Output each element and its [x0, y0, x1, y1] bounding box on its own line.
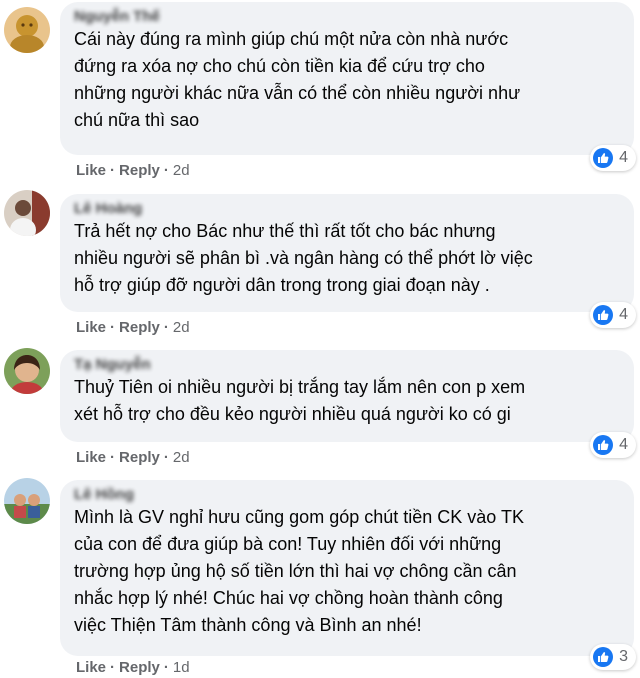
- comment-timestamp[interactable]: 2d: [173, 319, 190, 336]
- reply-button[interactable]: Reply: [119, 449, 160, 466]
- comment-text: Cái này đúng ra mình giúp chú một nửa cò…: [74, 29, 521, 130]
- like-button[interactable]: Like: [76, 319, 106, 336]
- comment-actions: Like · Reply · 2d: [76, 449, 190, 466]
- commenter-name[interactable]: Tạ Nguyễn: [74, 356, 620, 374]
- reaction-count[interactable]: 4: [590, 302, 636, 328]
- comment-actions: Like · Reply · 1d: [76, 659, 190, 676]
- comment-bubble: Nguyễn Thế Cái này đúng ra mình giúp chú…: [60, 2, 634, 155]
- comment-actions: Like · Reply · 2d: [76, 162, 190, 179]
- avatar[interactable]: [4, 478, 50, 524]
- comment-text: Mình là GV nghỉ hưu cũng gom góp chút ti…: [74, 507, 524, 635]
- comment-timestamp[interactable]: 2d: [173, 162, 190, 179]
- comment-timestamp[interactable]: 2d: [173, 449, 190, 466]
- comment-bubble: Lê Hồng Mình là GV nghỉ hưu cũng gom góp…: [60, 480, 634, 656]
- reaction-count-value: 4: [619, 436, 628, 453]
- comment-text: Thuỷ Tiên oi nhiều người bị trắng tay lắ…: [74, 377, 526, 424]
- reaction-count-value: 4: [619, 149, 628, 166]
- like-button[interactable]: Like: [76, 659, 106, 676]
- comment-text: Trả hết nợ cho Bác như thế thì rất tốt c…: [74, 221, 533, 295]
- like-icon: [593, 647, 614, 667]
- reaction-count[interactable]: 4: [590, 145, 636, 171]
- avatar[interactable]: [4, 7, 50, 53]
- reaction-count[interactable]: 3: [590, 644, 636, 670]
- comment-bubble: Tạ Nguyễn Thuỷ Tiên oi nhiều người bị tr…: [60, 350, 634, 442]
- comment-timestamp[interactable]: 1d: [173, 659, 190, 676]
- avatar[interactable]: [4, 348, 50, 394]
- comment-actions: Like · Reply · 2d: [76, 319, 190, 336]
- commenter-name[interactable]: Lê Hồng: [74, 486, 620, 504]
- reply-button[interactable]: Reply: [119, 659, 160, 676]
- reaction-count[interactable]: 4: [590, 432, 636, 458]
- like-icon: [593, 148, 614, 168]
- reply-button[interactable]: Reply: [119, 162, 160, 179]
- like-icon: [593, 435, 614, 455]
- like-button[interactable]: Like: [76, 449, 106, 466]
- reaction-count-value: 4: [619, 306, 628, 323]
- reaction-count-value: 3: [619, 648, 628, 665]
- avatar[interactable]: [4, 190, 50, 236]
- reply-button[interactable]: Reply: [119, 319, 160, 336]
- like-button[interactable]: Like: [76, 162, 106, 179]
- commenter-name[interactable]: Nguyễn Thế: [74, 8, 620, 26]
- comment-bubble: Lê Hoàng Trả hết nợ cho Bác như thế thì …: [60, 194, 634, 312]
- commenter-name[interactable]: Lê Hoàng: [74, 200, 620, 218]
- like-icon: [593, 305, 614, 325]
